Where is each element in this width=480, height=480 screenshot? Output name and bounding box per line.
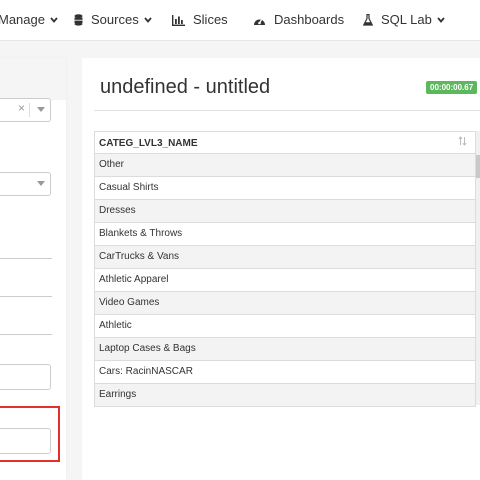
table-row: Dresses: [94, 200, 476, 223]
highlight-annotation-box: [0, 406, 60, 462]
sort-icon[interactable]: [458, 132, 467, 155]
table-row: Athletic: [94, 315, 476, 338]
nav-sqllab-menu[interactable]: SQL Lab: [363, 0, 445, 40]
table-row: Casual Shirts: [94, 177, 476, 200]
nav-sources-label: Sources: [91, 12, 139, 27]
top-navbar: Manage Sources Slices Dashboards SQL Lab: [0, 0, 480, 41]
chevron-down-icon: [437, 2, 445, 40]
text-input-field[interactable]: [0, 364, 51, 390]
select-divider: [29, 103, 30, 117]
datasource-select[interactable]: ×: [0, 98, 51, 122]
nav-slices-label: Slices: [193, 12, 228, 27]
text-input-underline-2[interactable]: [0, 296, 52, 297]
text-input-underline-1[interactable]: [0, 258, 52, 259]
query-title: undefined - untitled: [100, 76, 271, 98]
dropdown-arrow-icon[interactable]: [37, 107, 45, 112]
nav-dashboards-label: Dashboards: [274, 12, 345, 27]
flask-icon: [363, 14, 373, 26]
query-timer-badge: 00:00:00.67: [426, 81, 478, 94]
nav-sources-menu[interactable]: Sources: [74, 0, 152, 40]
table-row: Earrings: [94, 384, 476, 407]
database-icon: [74, 14, 83, 26]
table-row: CarTrucks & Vans: [94, 246, 476, 269]
nav-manage-menu[interactable]: Manage: [0, 0, 58, 40]
dashboard-gauge-icon: [253, 15, 266, 26]
nav-slices-link[interactable]: Slices: [172, 0, 228, 40]
bar-chart-icon: [172, 14, 185, 26]
column-header-label: CATEG_LVL3_NAME: [99, 138, 198, 149]
table-row: Cars: RacinNASCAR: [94, 361, 476, 384]
chevron-down-icon: [50, 2, 58, 40]
form-panel-header: [0, 58, 66, 100]
column-header[interactable]: CATEG_LVL3_NAME: [94, 131, 476, 154]
results-table: CATEG_LVL3_NAME Other Casual Shirts Dres…: [94, 131, 480, 407]
table-row: Other: [94, 154, 476, 177]
table-row: Blankets & Throws: [94, 223, 476, 246]
table-row: Video Games: [94, 292, 476, 315]
nav-dashboards-link[interactable]: Dashboards: [253, 0, 344, 40]
table-row: Athletic Apparel: [94, 269, 476, 292]
results-panel: undefined - untitled 00:00:00.67 CATEG_L…: [82, 58, 480, 480]
nav-sqllab-label: SQL Lab: [381, 12, 432, 27]
title-divider: [94, 110, 480, 111]
nav-manage-label: Manage: [0, 12, 45, 27]
table-row: Laptop Cases & Bags: [94, 338, 476, 361]
clear-selection-icon[interactable]: ×: [18, 101, 25, 115]
option-select[interactable]: [0, 172, 51, 196]
chevron-down-icon: [144, 2, 152, 40]
table-scrollbar-thumb[interactable]: [476, 155, 480, 178]
text-input-underline-3[interactable]: [0, 334, 52, 335]
dropdown-arrow-icon[interactable]: [37, 181, 45, 186]
